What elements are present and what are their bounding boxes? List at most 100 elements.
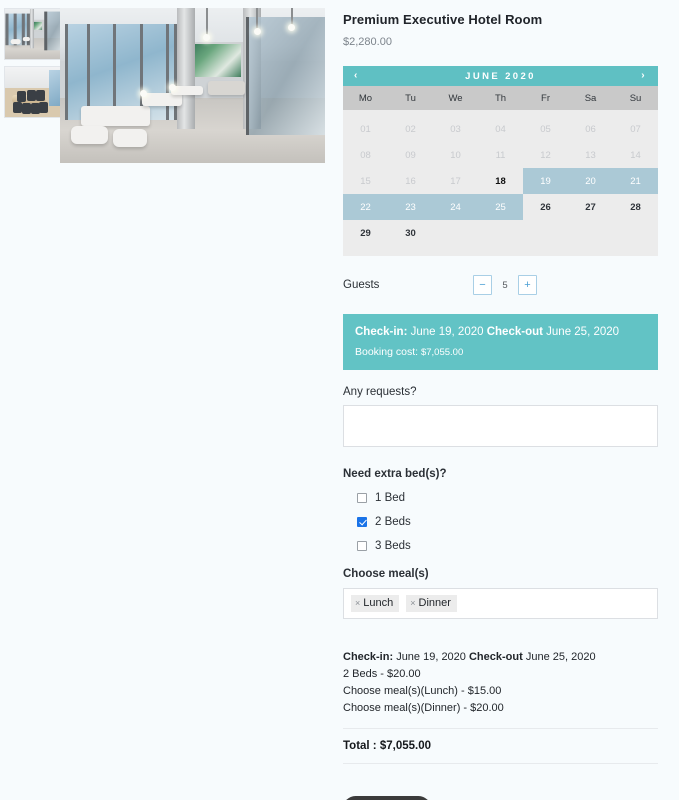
extra-bed-label-0: 1 Bed [375,491,406,504]
breakdown-checkin-label: Check-in: [343,650,394,663]
extra-bed-option-2[interactable]: 3 Beds [343,540,663,552]
book-now-button[interactable]: BOOK NOW [343,795,431,800]
guests-decrement-button[interactable]: − [473,275,492,295]
calendar-weekday: Mo [358,92,373,104]
breakdown-divider-bottom [343,762,658,764]
booking-form-panel: Premium Executive Hotel Room $2,280.00 ‹… [343,0,663,800]
meal-chip-lunch[interactable]: × Lunch [351,594,400,612]
calendar-day-20[interactable]: 20 [568,168,613,194]
calendar-day-26[interactable]: 26 [523,194,568,220]
booking-summary-banner: Check-in: June 19, 2020 Check-out June 2… [343,314,658,370]
breakdown-dates-row: Check-in: June 19, 2020 Check-out June 2… [343,649,658,666]
calendar-day-16: 16 [405,175,416,187]
calendar-weekday: Tu [405,92,416,104]
calendar-day-10: 10 [450,149,461,161]
calendar-day-23[interactable]: 23 [388,194,433,220]
calendar-day-11: 11 [495,149,506,161]
extra-bed-label-2: 3 Beds [375,539,411,552]
extra-bed-checkbox-1[interactable] [357,516,367,527]
requests-textarea[interactable] [343,404,658,447]
price-breakdown: Check-in: June 19, 2020 Check-out June 2… [343,649,658,764]
calendar-day-03: 03 [450,123,461,135]
calendar-day-09: 09 [405,149,416,161]
booking-page: Premium Executive Hotel Room $2,280.00 ‹… [0,0,679,800]
gallery-thumbnail-1[interactable] [4,66,62,118]
breakdown-checkout-label: Check-out [468,650,523,663]
guests-label: Guests [343,279,380,291]
calendar-day-24[interactable]: 24 [433,194,478,220]
calendar-day-12: 12 [540,149,551,161]
gallery-hero-image[interactable] [60,8,325,163]
calendar-month-label: JUNE 2020 [465,70,536,82]
breakdown-divider-top [343,727,658,729]
extra-bed-option-1[interactable]: 2 Beds [343,516,663,528]
calendar-day-15: 15 [360,175,371,187]
meal-chip-remove-icon[interactable]: × [410,598,415,608]
calendar-weekday: Sa [584,92,597,104]
guests-stepper: − 5 + [473,275,537,295]
guests-count-value: 5 [502,279,508,291]
summary-cost-value: $7,055.00 [420,346,464,358]
room-gallery [0,0,340,180]
calendar-day-22[interactable]: 22 [343,194,388,220]
summary-checkin-label: Check-in: [355,326,408,338]
calendar-weekday: Fr [541,92,550,104]
extra-beds-option-list: 1 Bed 2 Beds 3 Beds [343,492,663,552]
extra-bed-label-1: 2 Beds [375,515,411,528]
calendar-day-17: 17 [450,175,461,187]
summary-cost-label: Booking cost: [355,345,419,358]
meal-chip-dinner[interactable]: × Dinner [406,594,457,612]
room-price: $2,280.00 [343,36,392,48]
breakdown-line-item: Choose meal(s)(Dinner) - $20.00 [343,701,504,714]
booking-calendar: ‹ JUNE 2020 › Mo Tu We Th Fr Sa Su 01 02 0… [343,66,658,256]
calendar-header: ‹ JUNE 2020 › [343,66,658,86]
meals-multiselect[interactable]: × Lunch × Dinner [343,587,658,619]
meal-chip-label: Lunch [363,596,394,609]
calendar-day-19[interactable]: 19 [523,168,568,194]
guests-row: Guests − 5 + [343,272,663,298]
breakdown-total: Total : $7,055.00 [343,739,431,752]
meal-chip-label: Dinner [418,596,451,609]
calendar-day-02: 02 [405,123,416,135]
calendar-weekday-row: Mo Tu We Th Fr Sa Su [343,86,658,110]
calendar-weekday: We [448,92,463,104]
calendar-day-06: 06 [585,123,596,135]
room-title: Premium Executive Hotel Room [343,12,543,27]
breakdown-checkin-value: June 19, 2020 [396,650,466,663]
calendar-day-grid: 01 02 03 04 05 06 07 08 09 10 11 12 13 14 15 16 17 18 19 20… [343,110,658,256]
extra-bed-checkbox-2[interactable] [357,540,367,551]
breakdown-line-item: Choose meal(s)(Lunch) - $15.00 [343,684,502,697]
calendar-weekday: Su [629,92,642,104]
calendar-day-05: 05 [540,123,551,135]
summary-checkin-value: June 19, 2020 [410,326,484,338]
meals-label: Choose meal(s) [343,567,429,580]
extra-bed-checkbox-0[interactable] [357,492,367,503]
calendar-day-30[interactable]: 30 [388,220,433,246]
requests-label: Any requests? [343,385,417,398]
calendar-day-08: 08 [360,149,371,161]
guests-increment-button[interactable]: + [518,275,537,295]
calendar-day-21[interactable]: 21 [613,168,658,194]
extra-beds-label: Need extra bed(s)? [343,467,447,480]
gallery-thumbnail-0[interactable] [4,8,62,60]
calendar-day-01: 01 [360,123,371,135]
summary-checkout-value: June 25, 2020 [546,326,620,338]
calendar-day-28[interactable]: 28 [613,194,658,220]
gallery-thumbnail-list [4,8,62,124]
calendar-prev-month-icon[interactable]: ‹ [352,71,362,81]
calendar-day-13: 13 [585,149,596,161]
summary-checkout-label: Check-out [486,326,543,338]
breakdown-line-item: 2 Beds - $20.00 [343,667,421,680]
extra-bed-option-0[interactable]: 1 Bed [343,492,663,504]
breakdown-checkout-value: June 25, 2020 [525,650,596,663]
calendar-day-25[interactable]: 25 [478,194,523,220]
calendar-day-27[interactable]: 27 [568,194,613,220]
calendar-day-29[interactable]: 29 [343,220,388,246]
calendar-day-18[interactable]: 18 [478,168,523,194]
meal-chip-remove-icon[interactable]: × [355,598,360,608]
calendar-next-month-icon[interactable]: › [639,71,649,81]
calendar-day-07: 07 [630,123,641,135]
calendar-weekday: Th [494,92,507,104]
calendar-day-14: 14 [630,149,641,161]
calendar-day-04: 04 [495,123,506,135]
